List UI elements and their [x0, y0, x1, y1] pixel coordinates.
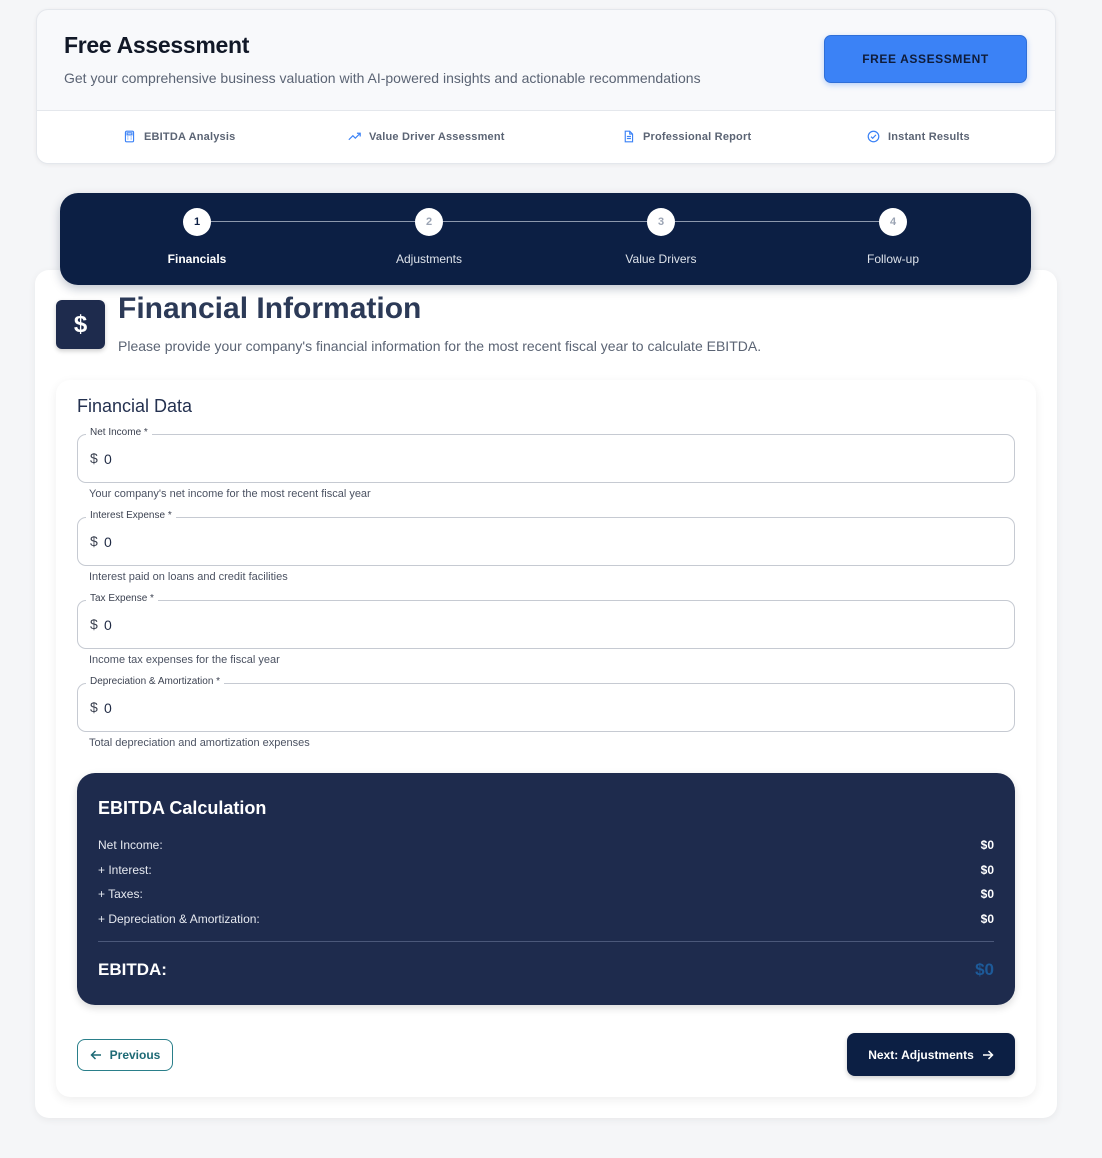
feature-label: EBITDA Analysis [144, 130, 236, 143]
header-top: Free Assessment Get your comprehensive b… [37, 10, 1055, 110]
feature-list: EBITDA Analysis Value Driver Assessment … [37, 110, 1055, 163]
step-3-label: Value Drivers [625, 252, 697, 266]
step-connector [675, 221, 879, 222]
page-subtitle: Get your comprehensive business valuatio… [64, 70, 701, 86]
ebitda-total-label: EBITDA: [98, 960, 167, 979]
net-income-input[interactable] [104, 446, 984, 472]
tax-expense-input[interactable] [104, 612, 984, 638]
row-label: Net Income: [98, 838, 163, 852]
feature-professional-report: Professional Report [622, 130, 751, 143]
calculator-icon [124, 130, 135, 143]
step-connector [443, 221, 647, 222]
step-4-indicator[interactable]: 4 [879, 208, 907, 236]
depreciation-amortization-help: Total depreciation and amortization expe… [89, 737, 310, 749]
interest-expense-input[interactable] [104, 529, 984, 555]
trending-up-icon [348, 132, 361, 141]
row-value: $0 [980, 838, 994, 852]
currency-prefix: $ [90, 533, 98, 549]
document-icon [624, 130, 634, 143]
progress-stepper: 1 2 3 4 Financials Adjustments Value Dri… [60, 193, 1031, 285]
step-2-label: Adjustments [395, 252, 463, 266]
previous-button[interactable]: Previous [77, 1039, 173, 1071]
section-title: Financial Information [118, 292, 422, 325]
dollar-icon: $ [56, 300, 105, 349]
ebitda-title: EBITDA Calculation [98, 798, 267, 818]
field-label: Net Income * [86, 427, 152, 438]
section-subtitle: Please provide your company's financial … [118, 338, 762, 354]
feature-label: Professional Report [643, 130, 752, 143]
feature-label: Instant Results [888, 130, 970, 143]
step-connector [211, 221, 415, 222]
free-assessment-button[interactable]: FREE ASSESSMENT [824, 35, 1027, 83]
arrow-left-icon [90, 1050, 101, 1060]
feature-value-driver: Value Driver Assessment [348, 130, 505, 143]
interest-expense-help: Interest paid on loans and credit facili… [89, 571, 288, 583]
tax-expense-help: Income tax expenses for the fiscal year [89, 654, 280, 666]
row-value: $0 [980, 887, 994, 901]
ebitda-calculation-panel: EBITDA Calculation Net Income: $0 + Inte… [77, 773, 1015, 1005]
ebitda-row-depreciation: + Depreciation & Amortization: $0 [98, 912, 994, 926]
step-4-label: Follow-up [866, 252, 920, 266]
step-1-label: Financials [167, 252, 227, 266]
currency-prefix: $ [90, 699, 98, 715]
field-label: Depreciation & Amortization * [86, 676, 225, 687]
arrow-right-icon [982, 1049, 994, 1060]
row-value: $0 [980, 912, 994, 926]
step-2-indicator[interactable]: 2 [415, 208, 443, 236]
step-3-indicator[interactable]: 3 [647, 208, 675, 236]
currency-prefix: $ [90, 616, 98, 632]
form-title: Financial Data [77, 396, 193, 416]
field-label: Interest Expense * [86, 510, 176, 521]
ebitda-total-value: $0 [975, 960, 994, 979]
net-income-field[interactable]: Net Income * $ [77, 427, 1015, 483]
next-adjustments-button[interactable]: Next: Adjustments [847, 1033, 1015, 1076]
row-label: + Taxes: [98, 887, 143, 901]
check-circle-icon [867, 130, 880, 143]
row-value: $0 [980, 863, 994, 877]
page-title: Free Assessment [64, 32, 250, 58]
row-label: + Depreciation & Amortization: [98, 912, 260, 926]
previous-label: Previous [109, 1048, 161, 1062]
field-label: Tax Expense * [86, 593, 158, 604]
tax-expense-field[interactable]: Tax Expense * $ [77, 593, 1015, 649]
row-label: + Interest: [98, 863, 152, 877]
feature-label: Value Driver Assessment [369, 130, 505, 143]
depreciation-amortization-input[interactable] [104, 695, 984, 721]
ebitda-row-interest: + Interest: $0 [98, 863, 994, 877]
interest-expense-field[interactable]: Interest Expense * $ [77, 510, 1015, 566]
depreciation-amortization-field[interactable]: Depreciation & Amortization * $ [77, 676, 1015, 732]
ebitda-row-net-income: Net Income: $0 [98, 838, 994, 852]
step-1-indicator[interactable]: 1 [183, 208, 211, 236]
ebitda-row-taxes: + Taxes: $0 [98, 887, 994, 901]
feature-instant-results: Instant Results [867, 130, 970, 143]
assessment-header-card: Free Assessment Get your comprehensive b… [36, 9, 1056, 164]
currency-prefix: $ [90, 450, 98, 466]
feature-ebitda-analysis: EBITDA Analysis [123, 130, 235, 143]
next-label: Next: Adjustments [868, 1047, 974, 1062]
net-income-help: Your company's net income for the most r… [89, 488, 371, 500]
divider [98, 941, 994, 942]
